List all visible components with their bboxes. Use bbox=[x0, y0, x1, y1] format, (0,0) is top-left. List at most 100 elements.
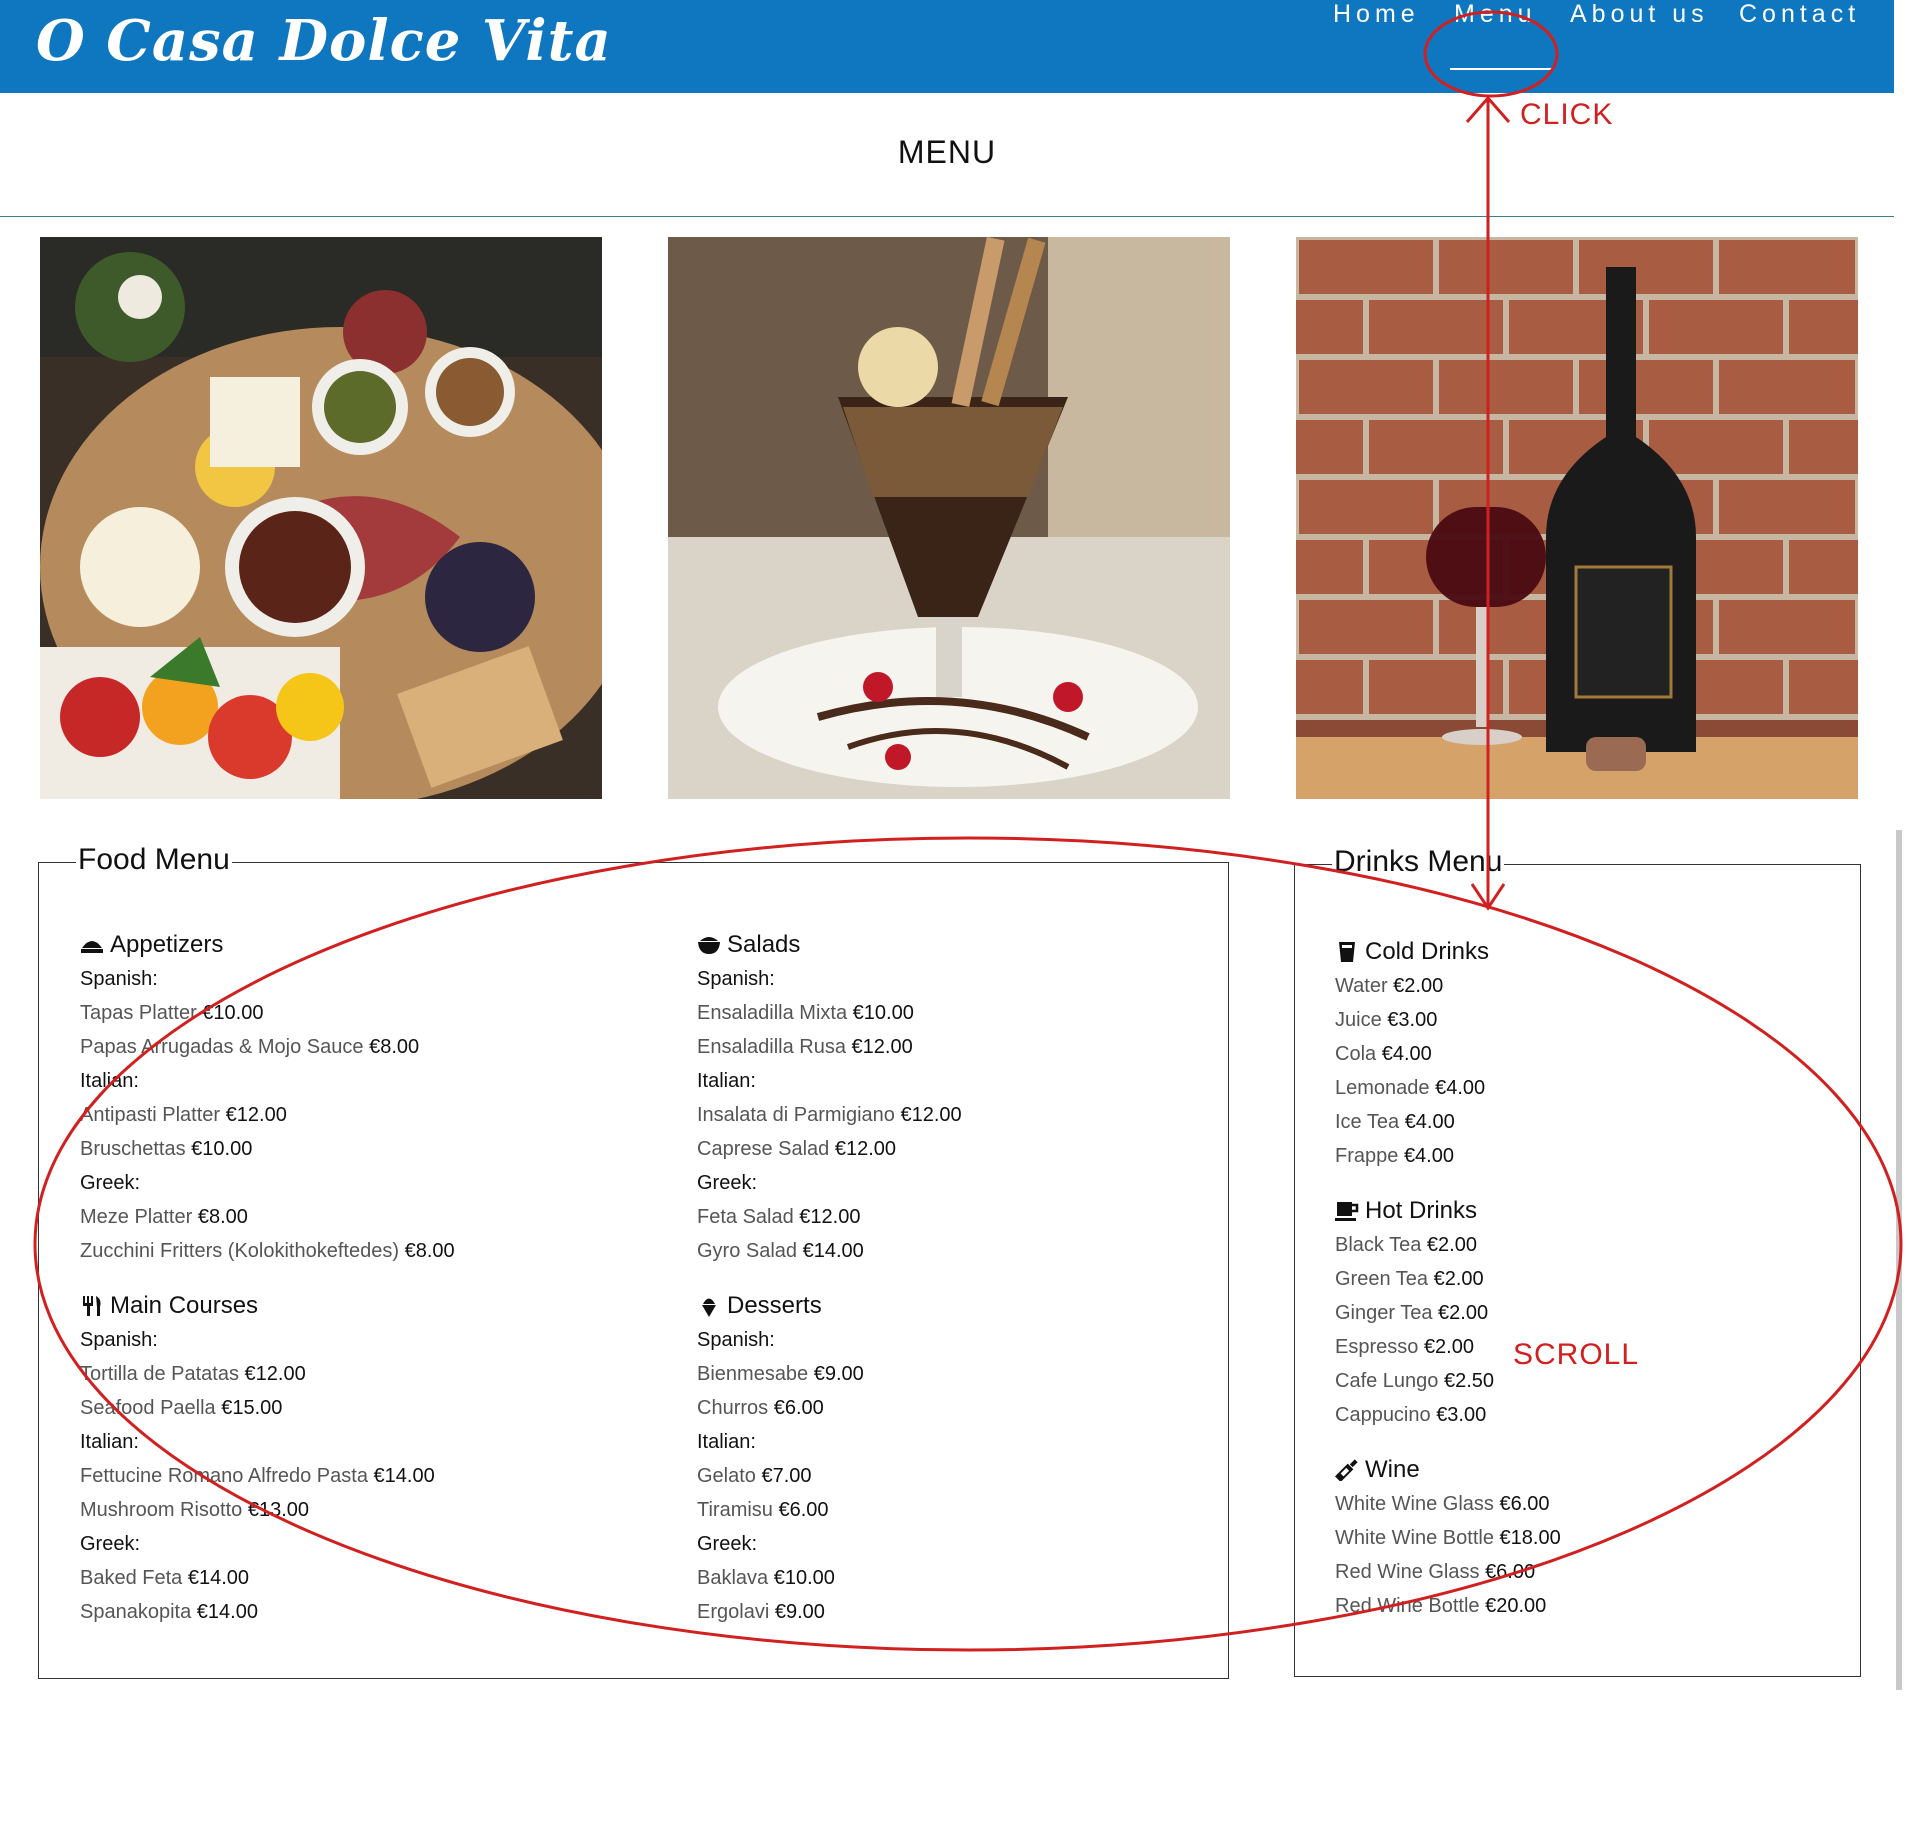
page-title: MENU bbox=[897, 134, 997, 170]
category-title: Main Courses bbox=[110, 1292, 259, 1319]
title-divider bbox=[0, 216, 1894, 217]
region-label: Spanish: bbox=[80, 1329, 158, 1351]
site-header: O Casa Dolce Vita Home Menu About us Con… bbox=[0, 0, 1894, 93]
menu-item: Gyro Salad €14.00 bbox=[697, 1234, 1117, 1268]
item-price: €9.00 bbox=[813, 1363, 864, 1385]
region-label: Greek: bbox=[80, 1533, 141, 1555]
category-title: Appetizers bbox=[110, 931, 224, 958]
item-name: Mushroom Risotto bbox=[80, 1499, 243, 1521]
region-label: Greek: bbox=[80, 1172, 141, 1194]
menu-item: Caprese Salad €12.00 bbox=[697, 1132, 1117, 1166]
item-name: Tiramisu bbox=[697, 1499, 773, 1521]
item-price: €18.00 bbox=[1499, 1527, 1561, 1549]
nav-about[interactable]: About us bbox=[1570, 0, 1709, 29]
item-name: Ensaladilla Mixta bbox=[697, 1002, 848, 1024]
item-price: €14.00 bbox=[802, 1240, 864, 1262]
category-salads: Salads Spanish: Ensaladilla Mixta €10.00… bbox=[697, 928, 1117, 1268]
item-name: Antipasti Platter bbox=[80, 1104, 221, 1126]
site-logo[interactable]: O Casa Dolce Vita bbox=[36, 8, 612, 74]
ice-cream-icon bbox=[702, 1298, 716, 1317]
mug-icon bbox=[1335, 1202, 1359, 1221]
item-price: €3.00 bbox=[1387, 1009, 1438, 1031]
category-desserts: Desserts Spanish: Bienmesabe €9.00 Churr… bbox=[697, 1289, 1117, 1629]
red-wine-bottle-photo bbox=[1296, 237, 1858, 799]
wine-bottle-icon bbox=[1335, 1459, 1358, 1481]
category-title: Wine bbox=[1365, 1456, 1420, 1483]
item-name: White Wine Bottle bbox=[1335, 1527, 1494, 1549]
menu-item: Baked Feta €14.00 bbox=[80, 1561, 500, 1595]
item-name: Zucchini Fritters (Kolokithokeftedes) bbox=[80, 1240, 400, 1262]
menu-item: Mushroom Risotto €13.00 bbox=[80, 1493, 500, 1527]
item-price: €4.00 bbox=[1404, 1111, 1455, 1133]
item-price: €4.00 bbox=[1403, 1145, 1454, 1167]
item-name: Lemonade bbox=[1335, 1077, 1430, 1099]
glass-icon bbox=[1339, 942, 1355, 962]
nav-menu[interactable]: Menu bbox=[1454, 0, 1537, 29]
item-name: Churros bbox=[697, 1397, 769, 1419]
menu-item: Water €2.00 bbox=[1335, 969, 1755, 1003]
menu-item: Insalata di Parmigiano €12.00 bbox=[697, 1098, 1117, 1132]
menu-item: Cappucino €3.00 bbox=[1335, 1398, 1755, 1432]
menu-item: Spanakopita €14.00 bbox=[80, 1595, 500, 1629]
item-price: €10.00 bbox=[852, 1002, 914, 1024]
item-name: Cappucino bbox=[1335, 1404, 1431, 1426]
item-name: Gelato bbox=[697, 1465, 756, 1487]
item-price: €12.00 bbox=[834, 1138, 897, 1160]
item-price: €6.00 bbox=[773, 1397, 824, 1419]
ice-cream-sundae-photo bbox=[668, 237, 1230, 799]
menu-item: Ice Tea €4.00 bbox=[1335, 1105, 1755, 1139]
item-price: €6.00 bbox=[1485, 1561, 1536, 1583]
category-title: Hot Drinks bbox=[1365, 1197, 1478, 1224]
region-label: Italian: bbox=[80, 1431, 139, 1453]
menu-item: Zucchini Fritters (Kolokithokeftedes) €8… bbox=[80, 1234, 500, 1268]
menu-item: Tortilla de Patatas €12.00 bbox=[80, 1357, 500, 1391]
menu-item: Cola €4.00 bbox=[1335, 1037, 1755, 1071]
menu-item: Bienmesabe €9.00 bbox=[697, 1357, 1117, 1391]
item-price: €2.00 bbox=[1393, 975, 1444, 997]
menu-item: Red Wine Bottle €20.00 bbox=[1335, 1589, 1755, 1623]
item-price: €2.50 bbox=[1443, 1370, 1495, 1392]
region-label: Greek: bbox=[697, 1533, 758, 1555]
food-menu-title: Food Menu bbox=[76, 843, 232, 877]
item-price: €8.00 bbox=[404, 1240, 455, 1262]
menu-item: Ensaladilla Rusa €12.00 bbox=[697, 1030, 1117, 1064]
item-name: Tapas Platter bbox=[80, 1002, 197, 1024]
item-price: €2.00 bbox=[1423, 1336, 1474, 1358]
item-price: €6.00 bbox=[778, 1499, 829, 1521]
nav-home[interactable]: Home bbox=[1333, 0, 1420, 29]
region-label: Italian: bbox=[697, 1070, 756, 1092]
nav-contact[interactable]: Contact bbox=[1739, 0, 1860, 29]
item-name: Baked Feta bbox=[80, 1567, 183, 1589]
up-arrowhead bbox=[1465, 95, 1511, 123]
item-name: Bruschettas bbox=[80, 1138, 186, 1160]
menu-item: Baklava €10.00 bbox=[697, 1561, 1117, 1595]
region-label: Italian: bbox=[697, 1431, 756, 1453]
category-appetizers: Appetizers Spanish: Tapas Platter €10.00… bbox=[80, 928, 500, 1268]
menu-item: Tapas Platter €10.00 bbox=[80, 996, 500, 1030]
menu-item: White Wine Bottle €18.00 bbox=[1335, 1521, 1755, 1555]
item-price: €12.00 bbox=[799, 1206, 861, 1228]
item-price: €4.00 bbox=[1435, 1077, 1486, 1099]
menu-item: Black Tea €2.00 bbox=[1335, 1228, 1755, 1262]
item-name: Red Wine Bottle bbox=[1335, 1595, 1480, 1617]
menu-item: Papas Arrugadas & Mojo Sauce €8.00 bbox=[80, 1030, 500, 1064]
region-label: Spanish: bbox=[80, 968, 158, 990]
item-price: €2.00 bbox=[1433, 1268, 1484, 1290]
item-price: €12.00 bbox=[851, 1036, 913, 1058]
item-price: €14.00 bbox=[373, 1465, 435, 1487]
item-name: Tortilla de Patatas bbox=[80, 1363, 239, 1385]
menu-item: Lemonade €4.00 bbox=[1335, 1071, 1755, 1105]
bowl-icon bbox=[698, 937, 720, 954]
item-price: €10.00 bbox=[202, 1002, 264, 1024]
category-main-courses: Main Courses Spanish: Tortilla de Patata… bbox=[80, 1289, 500, 1629]
item-price: €2.00 bbox=[1438, 1302, 1489, 1324]
drinks-menu-title: Drinks Menu bbox=[1332, 845, 1505, 879]
item-name: Ensaladilla Rusa bbox=[697, 1036, 846, 1058]
item-price: €3.00 bbox=[1436, 1404, 1487, 1426]
item-price: €12.00 bbox=[900, 1104, 962, 1126]
item-price: €2.00 bbox=[1426, 1234, 1477, 1256]
fork-knife-icon bbox=[83, 1296, 101, 1316]
item-name: Meze Platter bbox=[80, 1206, 193, 1228]
item-name: Red Wine Glass bbox=[1335, 1561, 1480, 1583]
page-scrollbar[interactable] bbox=[1896, 830, 1902, 1690]
